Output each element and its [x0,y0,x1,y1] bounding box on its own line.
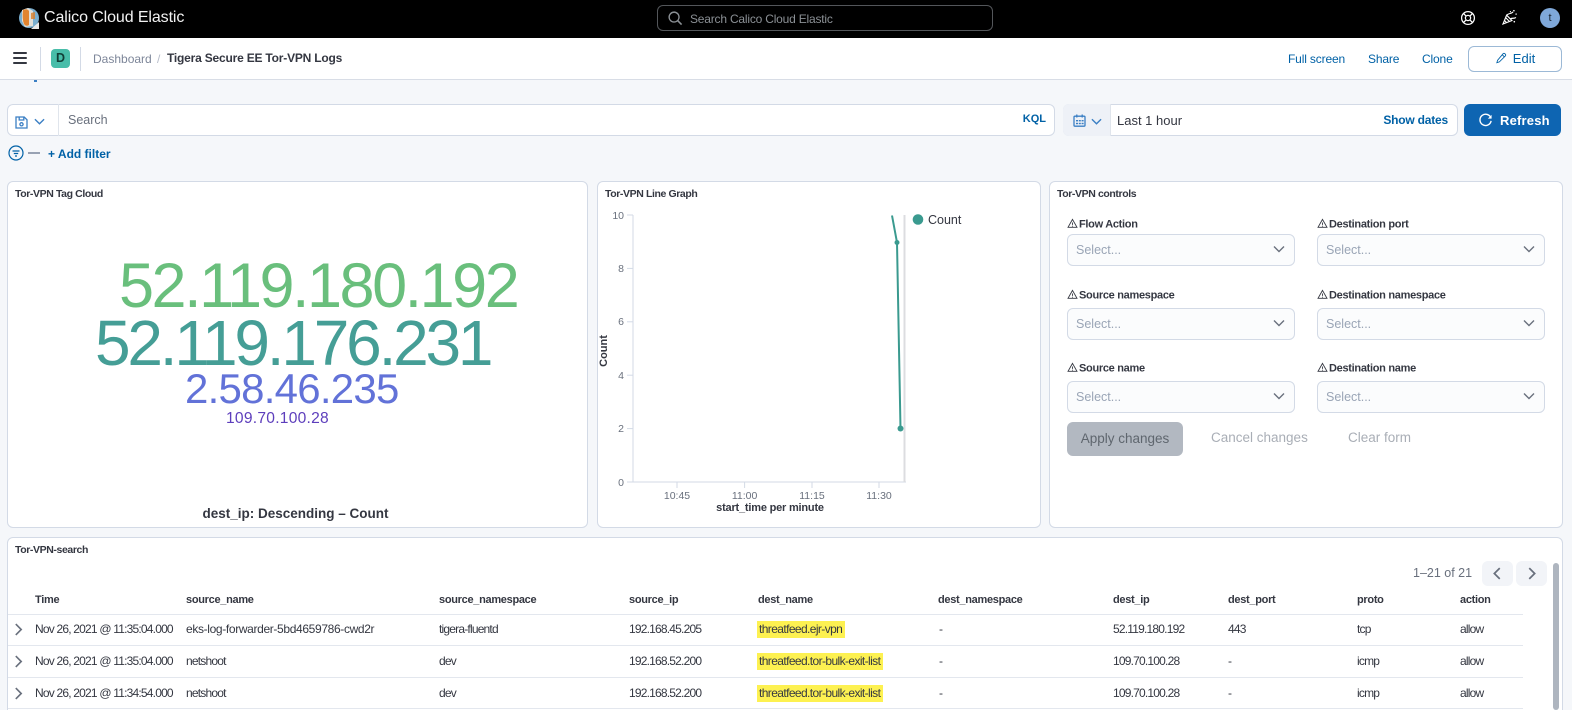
svg-text:Count: Count [928,213,962,227]
svg-text:11:15: 11:15 [799,490,825,502]
svg-text:0: 0 [618,477,624,489]
svg-text:start_time per minute: start_time per minute [716,502,824,514]
svg-text:11:00: 11:00 [732,490,758,502]
svg-text:6: 6 [618,316,624,328]
svg-text:Count: Count [598,335,610,367]
svg-text:10: 10 [612,210,624,222]
svg-text:4: 4 [618,370,624,382]
svg-text:10:45: 10:45 [664,490,690,502]
svg-text:2: 2 [618,423,624,435]
svg-text:8: 8 [618,263,624,275]
svg-text:11:30: 11:30 [866,490,892,502]
